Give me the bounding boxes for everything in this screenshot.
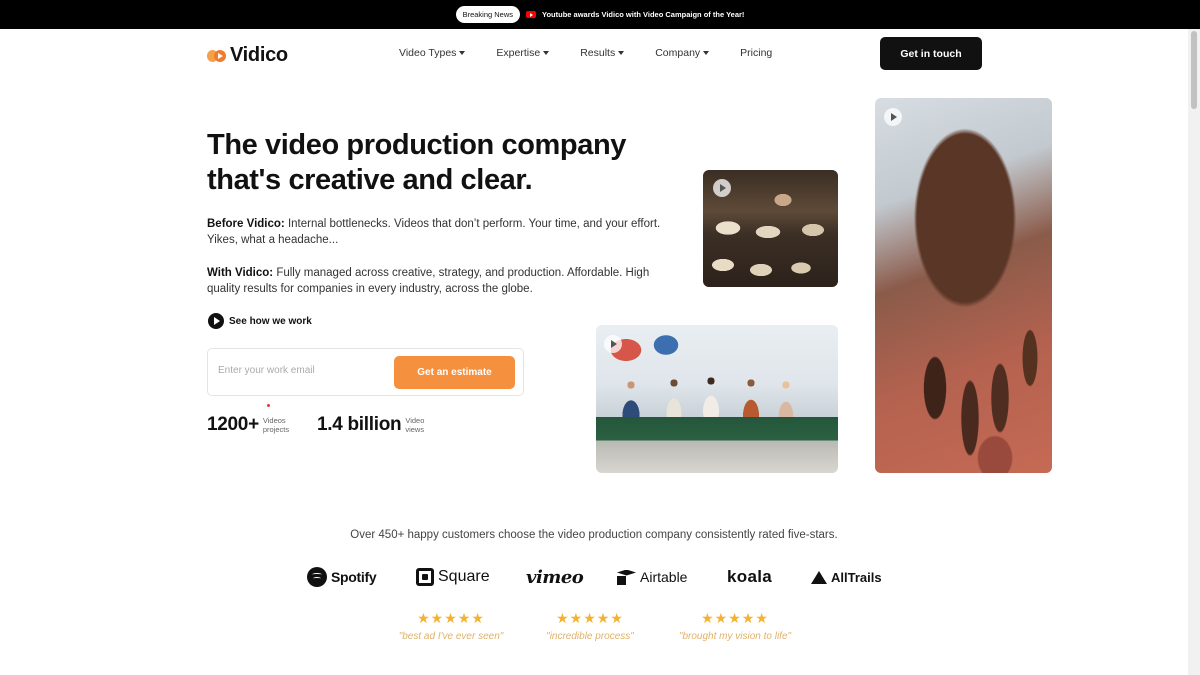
review-quote: "best ad I've ever seen" [398, 631, 504, 642]
play-circle-icon [208, 313, 224, 329]
review-quote: "incredible process" [546, 631, 634, 642]
koala-logo: koala [727, 566, 772, 588]
play-icon[interactable] [884, 108, 902, 126]
alltrails-icon [811, 570, 827, 584]
logo-text: Vidico [230, 44, 288, 66]
get-in-touch-button[interactable]: Get in touch [880, 37, 982, 70]
bakery-video[interactable] [703, 170, 838, 287]
nav-label: Results [580, 47, 616, 59]
site-logo[interactable]: Vidico [207, 44, 288, 67]
square-logo: Square [416, 566, 490, 588]
customers-tagline: Over 450+ happy customers choose the vid… [350, 529, 838, 541]
logo-label: AllTrails [831, 569, 882, 585]
indicator-dot [267, 404, 270, 407]
play-icon[interactable] [604, 335, 622, 353]
nav-label: Expertise [496, 47, 541, 59]
stat-projects: 1200+ Videos projects [207, 414, 295, 436]
logo-label: Square [438, 568, 490, 585]
spotify-icon [307, 567, 327, 587]
with-vidico-text: With Vidico: Fully managed across creati… [207, 265, 667, 297]
star-rating-icon: ★★★★★ [556, 611, 624, 627]
caret-down-icon [618, 51, 625, 55]
stat-value: 1200+ [207, 414, 259, 435]
see-how-we-work-link[interactable]: See how we work [208, 313, 312, 329]
spotify-logo: Spotify [307, 566, 377, 588]
nav-video-types[interactable]: Video Types [399, 47, 466, 59]
scrollbar-thumb[interactable] [1191, 31, 1197, 109]
nav-expertise[interactable]: Expertise [496, 47, 550, 59]
main-nav: Video Types Expertise Results Company Pr… [399, 47, 803, 59]
nav-pricing[interactable]: Pricing [740, 47, 772, 59]
stat-views: 1.4 billion Video views [317, 414, 437, 436]
nav-label: Company [655, 47, 701, 59]
alltrails-logo: AllTrails [811, 566, 882, 588]
page-scrollbar[interactable] [1188, 29, 1200, 675]
nav-label: Pricing [740, 47, 773, 59]
review: ★★★★★ "best ad I've ever seen" [389, 612, 513, 642]
review: ★★★★★ "brought my vision to life" [668, 612, 802, 642]
estimate-form: Get an estimate [207, 348, 524, 396]
logo-label: vimeo [526, 566, 584, 588]
with-label: With Vidico: [207, 267, 274, 279]
youtube-icon [526, 11, 537, 18]
nav-results[interactable]: Results [580, 47, 625, 59]
vidico-logo-icon [207, 49, 227, 63]
breaking-news-badge: Breaking News [455, 6, 521, 23]
announcement-bar: Breaking News Youtube awards Vidico with… [0, 0, 1200, 29]
see-how-label: See how we work [229, 315, 312, 327]
logo-label: Airtable [640, 569, 688, 585]
office-video[interactable] [596, 325, 838, 473]
get-estimate-button[interactable]: Get an estimate [394, 356, 515, 389]
stat-value: 1.4 billion [317, 414, 402, 435]
caret-down-icon [703, 51, 710, 55]
airtable-icon [617, 570, 636, 585]
nav-company[interactable]: Company [655, 47, 710, 59]
before-label: Before Vidico: [207, 218, 285, 230]
logo-label: koala [727, 567, 772, 586]
nav-label: Video Types [399, 47, 457, 59]
airtable-logo: Airtable [617, 566, 687, 588]
stat-label: Video views [405, 416, 425, 434]
play-icon[interactable] [713, 179, 731, 197]
with-body: Fully managed across creative, strategy,… [207, 267, 650, 295]
square-icon [416, 568, 434, 586]
stat-label: Videos projects [262, 416, 290, 434]
before-vidico-text: Before Vidico: Internal bottlenecks. Vid… [207, 216, 667, 248]
caret-down-icon [543, 51, 550, 55]
work-email-input[interactable] [218, 365, 388, 376]
caret-down-icon [459, 51, 466, 55]
star-rating-icon: ★★★★★ [417, 611, 485, 627]
hand-video[interactable] [875, 98, 1052, 473]
announcement-text[interactable]: Youtube awards Vidico with Video Campaig… [542, 10, 744, 19]
review-quote: "brought my vision to life" [678, 631, 792, 642]
vimeo-logo: vimeo [526, 566, 584, 588]
hero-headline: The video production company that's crea… [207, 129, 626, 196]
star-rating-icon: ★★★★★ [701, 611, 769, 627]
review: ★★★★★ "incredible process" [530, 612, 650, 642]
logo-label: Spotify [331, 569, 377, 585]
